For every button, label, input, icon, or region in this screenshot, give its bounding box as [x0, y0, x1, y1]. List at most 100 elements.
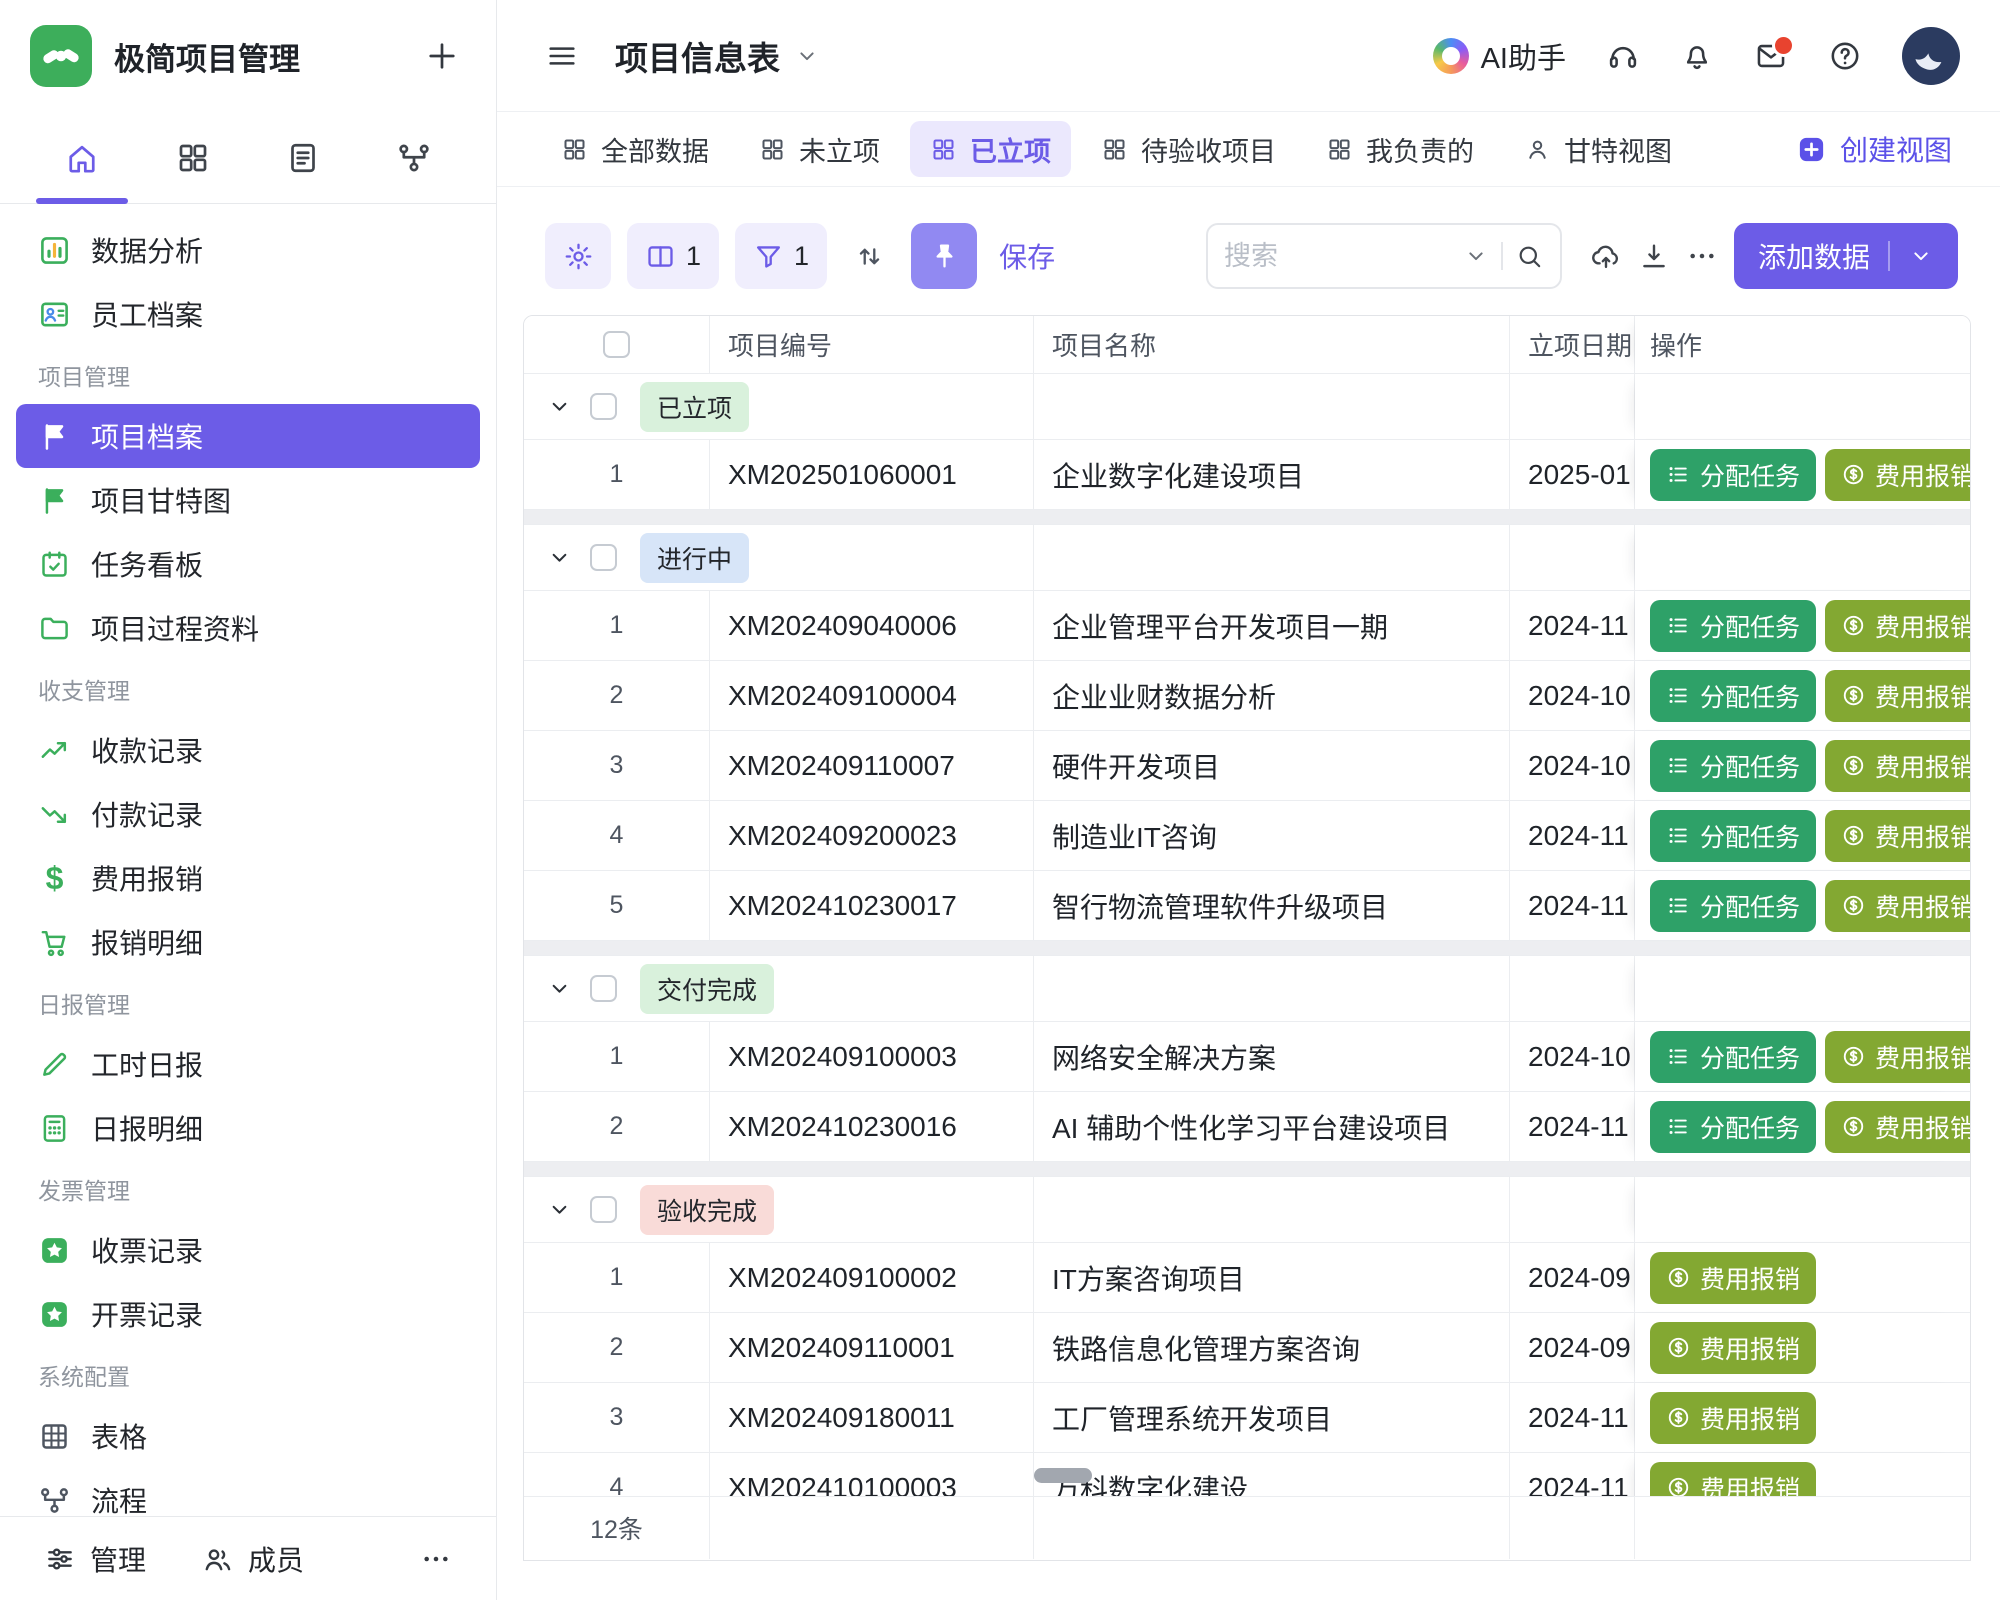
members-button[interactable]: 成员: [202, 1539, 304, 1579]
pin-button[interactable]: [911, 223, 977, 289]
expense-report-button[interactable]: 费用报销: [1650, 1322, 1816, 1374]
user-avatar[interactable]: [1902, 27, 1960, 85]
project-date-cell[interactable]: 2024-09: [1510, 1243, 1635, 1312]
group-checkbox[interactable]: [590, 393, 617, 420]
horizontal-scrollbar-thumb[interactable]: [1034, 1468, 1092, 1483]
project-name-cell[interactable]: 铁路信息化管理方案咨询: [1034, 1313, 1510, 1382]
sidebar-item[interactable]: 工时日报: [16, 1032, 480, 1096]
expense-report-button[interactable]: 费用报销: [1825, 670, 1970, 722]
view-tab[interactable]: 甘特视图: [1504, 121, 1692, 177]
project-name-cell[interactable]: AI 辅助个性化学习平台建设项目: [1034, 1092, 1510, 1161]
collapse-group-icon[interactable]: [546, 544, 573, 571]
project-date-cell[interactable]: 2024-11: [1510, 871, 1635, 940]
project-date-cell[interactable]: 2024-11: [1510, 1383, 1635, 1452]
sidebar-item[interactable]: 项目档案: [16, 404, 480, 468]
assign-task-button[interactable]: 分配任务: [1650, 880, 1816, 932]
column-header-code[interactable]: 项目编号: [710, 316, 1034, 373]
assign-task-button[interactable]: 分配任务: [1650, 600, 1816, 652]
project-code-cell[interactable]: XM202410230017: [710, 871, 1034, 940]
ai-assistant-button[interactable]: AI助手: [1433, 35, 1566, 77]
group-checkbox[interactable]: [590, 544, 617, 571]
sidebar-item[interactable]: 数据分析: [16, 218, 480, 282]
expense-report-button[interactable]: 费用报销: [1825, 880, 1970, 932]
view-tab[interactable]: 已立项: [910, 121, 1071, 177]
assign-task-button[interactable]: 分配任务: [1650, 1101, 1816, 1153]
sidebar-item[interactable]: 收票记录: [16, 1218, 480, 1282]
collapse-group-icon[interactable]: [546, 1196, 573, 1223]
group-checkbox[interactable]: [590, 975, 617, 1002]
expense-report-button[interactable]: 费用报销: [1825, 600, 1970, 652]
view-tab[interactable]: 未立项: [739, 121, 900, 177]
column-header-name[interactable]: 项目名称: [1034, 316, 1510, 373]
import-icon[interactable]: [1590, 240, 1622, 272]
create-view-button[interactable]: 创建视图: [1796, 129, 1952, 169]
search-icon[interactable]: [1515, 242, 1544, 271]
add-data-button[interactable]: 添加数据: [1734, 223, 1958, 289]
sidebar-item[interactable]: 报销明细: [16, 910, 480, 974]
assign-task-button[interactable]: 分配任务: [1650, 449, 1816, 501]
sidebar-item[interactable]: 员工档案: [16, 282, 480, 346]
project-code-cell[interactable]: XM202409100002: [710, 1243, 1034, 1312]
more-actions-icon[interactable]: [1686, 240, 1718, 272]
column-header-date[interactable]: 立项日期: [1510, 316, 1635, 373]
project-date-cell[interactable]: 2024-11: [1510, 1453, 1635, 1496]
project-date-cell[interactable]: 2024-10: [1510, 731, 1635, 800]
project-date-cell[interactable]: 2024-09: [1510, 1313, 1635, 1382]
project-name-cell[interactable]: 企业管理平台开发项目一期: [1034, 591, 1510, 660]
assign-task-button[interactable]: 分配任务: [1650, 740, 1816, 792]
expense-report-button[interactable]: 费用报销: [1825, 1101, 1970, 1153]
sidebar-item[interactable]: 付款记录: [16, 782, 480, 846]
help-icon[interactable]: [1828, 39, 1862, 73]
view-tab[interactable]: 全部数据: [541, 121, 729, 177]
expense-report-button[interactable]: 费用报销: [1650, 1392, 1816, 1444]
select-all-checkbox[interactable]: [603, 331, 630, 358]
project-date-cell[interactable]: 2024-10: [1510, 661, 1635, 730]
settings-button[interactable]: [545, 223, 611, 289]
collapse-sidebar-icon[interactable]: [545, 39, 579, 73]
table-title-dropdown[interactable]: 项目信息表: [615, 32, 820, 80]
expense-report-button[interactable]: 费用报销: [1825, 449, 1970, 501]
manage-button[interactable]: 管理: [44, 1539, 146, 1579]
project-code-cell[interactable]: XM202410100003: [710, 1453, 1034, 1496]
assign-task-button[interactable]: 分配任务: [1650, 1031, 1816, 1083]
project-name-cell[interactable]: 硬件开发项目: [1034, 731, 1510, 800]
project-code-cell[interactable]: XM202409100003: [710, 1022, 1034, 1091]
expense-report-button[interactable]: 费用报销: [1825, 810, 1970, 862]
notifications-icon[interactable]: [1680, 39, 1714, 73]
project-name-cell[interactable]: IT方案咨询项目: [1034, 1243, 1510, 1312]
sidebar-tab-docs[interactable]: [255, 112, 351, 204]
project-code-cell[interactable]: XM202409040006: [710, 591, 1034, 660]
sidebar-tab-tables[interactable]: [145, 112, 241, 204]
search-input[interactable]: [1224, 241, 1463, 272]
project-code-cell[interactable]: XM202409100004: [710, 661, 1034, 730]
add-workspace-icon[interactable]: [424, 38, 460, 74]
project-name-cell[interactable]: 万科数字化建设: [1034, 1453, 1510, 1496]
assign-task-button[interactable]: 分配任务: [1650, 670, 1816, 722]
sidebar-item[interactable]: 日报明细: [16, 1096, 480, 1160]
filter-button[interactable]: 1: [735, 223, 827, 289]
sort-button[interactable]: [843, 223, 895, 289]
sidebar-tab-workflow[interactable]: [366, 112, 462, 204]
project-name-cell[interactable]: 工厂管理系统开发项目: [1034, 1383, 1510, 1452]
sidebar-item[interactable]: 收款记录: [16, 718, 480, 782]
sidebar-tab-home[interactable]: [34, 112, 130, 204]
more-options-icon[interactable]: [420, 1543, 452, 1575]
sidebar-item[interactable]: 项目过程资料: [16, 596, 480, 660]
sidebar-item[interactable]: 开票记录: [16, 1282, 480, 1346]
project-code-cell[interactable]: XM202409200023: [710, 801, 1034, 870]
save-view-button[interactable]: 保存: [999, 236, 1055, 276]
view-tab[interactable]: 待验收项目: [1081, 121, 1296, 177]
project-code-cell[interactable]: XM202501060001: [710, 440, 1034, 509]
view-tab[interactable]: 我负责的: [1306, 121, 1494, 177]
project-name-cell[interactable]: 制造业IT咨询: [1034, 801, 1510, 870]
expense-report-button[interactable]: 费用报销: [1650, 1462, 1816, 1497]
sidebar-item[interactable]: 表格: [16, 1404, 480, 1468]
project-name-cell[interactable]: 企业业财数据分析: [1034, 661, 1510, 730]
assign-task-button[interactable]: 分配任务: [1650, 810, 1816, 862]
search-scope-chevron-icon[interactable]: [1463, 243, 1489, 269]
project-name-cell[interactable]: 网络安全解决方案: [1034, 1022, 1510, 1091]
project-code-cell[interactable]: XM202410230016: [710, 1092, 1034, 1161]
project-code-cell[interactable]: XM202409110007: [710, 731, 1034, 800]
support-icon[interactable]: [1606, 39, 1640, 73]
sidebar-item[interactable]: 流程: [16, 1468, 480, 1516]
